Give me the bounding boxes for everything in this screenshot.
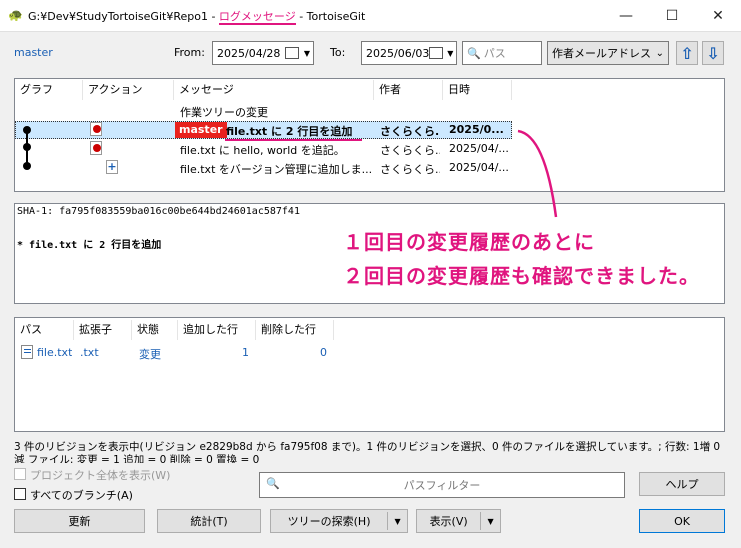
- move-down-button[interactable]: ⇩: [702, 41, 724, 65]
- modified-icon: [90, 122, 102, 136]
- show-whole-project-label: プロジェクト全体を表示(W): [30, 469, 171, 482]
- commit-author: さくらくら...: [380, 125, 440, 138]
- callout-pointer: [517, 129, 558, 218]
- working-tree-row[interactable]: 作業ツリーの変更: [180, 104, 268, 120]
- commit-full-message: * file.txt に 2 行目を追加: [17, 240, 162, 251]
- column-header-added[interactable]: 追加した行: [178, 320, 256, 340]
- all-branches-label: すべてのブランチ(A): [30, 489, 133, 502]
- chevron-down-icon: ▼: [447, 48, 454, 58]
- to-label: To:: [330, 46, 346, 59]
- statistics-button[interactable]: 統計(T): [157, 509, 261, 533]
- chevron-down-icon[interactable]: ▼: [481, 517, 500, 526]
- from-label: From:: [174, 46, 205, 59]
- chevron-down-icon: ⌄: [655, 47, 664, 59]
- commit-author: さくらくら...: [380, 163, 440, 176]
- column-header-author[interactable]: 作者: [374, 80, 443, 100]
- branch-link[interactable]: master: [14, 46, 53, 59]
- minimize-button[interactable]: —: [603, 0, 649, 32]
- search-icon: 🔍: [467, 46, 481, 60]
- search-field[interactable]: 🔍 パス: [462, 41, 542, 65]
- column-header-deleted[interactable]: 削除した行: [256, 320, 334, 340]
- file-lines-added: 1: [242, 346, 249, 359]
- callout-line-1: １回目の変更履歴のあとに: [343, 230, 595, 254]
- chevron-down-icon: ▼: [303, 48, 311, 58]
- column-header-action[interactable]: アクション: [83, 80, 174, 100]
- commit-message: file.txt に 2 行目を追加: [226, 125, 353, 138]
- title-bar: 🐢 G:¥Dev¥StudyTortoiseGit¥Repo1 - ログメッセー…: [0, 0, 741, 32]
- file-icon: [21, 345, 33, 359]
- commit-author: さくらくら...: [380, 144, 440, 157]
- added-icon: +: [106, 160, 118, 174]
- search-icon: 🔍: [266, 477, 280, 490]
- refresh-button[interactable]: 更新: [14, 509, 145, 533]
- status-text: 3 件のリビジョンを表示中(リビジョン e2829b8d から fa795f08…: [14, 441, 721, 463]
- file-status: 変更: [139, 348, 161, 361]
- view-button[interactable]: 表示(V) ▼: [416, 509, 501, 533]
- all-branches-checkbox[interactable]: [14, 488, 26, 500]
- column-header-status[interactable]: 状態: [132, 320, 178, 340]
- file-lines-deleted: 0: [320, 346, 327, 359]
- column-header-extension[interactable]: 拡張子: [74, 320, 132, 340]
- commit-message: file.txt をバージョン管理に追加しま...: [180, 163, 372, 176]
- calendar-icon: [429, 47, 443, 59]
- commit-node: [23, 143, 31, 151]
- message-underline: [225, 139, 362, 141]
- filter-select[interactable]: 作者メールアドレス ⌄: [547, 41, 669, 65]
- window-title: G:¥Dev¥StudyTortoiseGit¥Repo1 - ログメッセージ …: [28, 10, 366, 25]
- show-whole-project-checkbox[interactable]: [14, 468, 26, 480]
- chevron-down-icon[interactable]: ▼: [388, 517, 407, 526]
- column-header-message[interactable]: メッセージ: [174, 80, 374, 100]
- file-extension: .txt: [80, 346, 99, 359]
- commit-message: file.txt に hello, world を追記。: [180, 144, 345, 157]
- help-button[interactable]: ヘルプ: [639, 472, 725, 496]
- column-header-date[interactable]: 日時: [443, 80, 512, 100]
- commit-node: [23, 162, 31, 170]
- app-icon: 🐢: [8, 8, 23, 22]
- column-header-graph[interactable]: グラフ: [15, 80, 83, 100]
- modified-icon: [90, 141, 102, 155]
- to-date-picker[interactable]: 2025/06/03 ▼: [361, 41, 457, 65]
- move-up-button[interactable]: ⇧: [676, 41, 698, 65]
- calendar-icon: [285, 47, 299, 59]
- commit-node: [23, 126, 31, 134]
- branch-tag: master: [175, 122, 227, 138]
- walk-tree-button[interactable]: ツリーの探索(H) ▼: [270, 509, 408, 533]
- callout-line-2: ２回目の変更履歴も確認できました。: [343, 264, 700, 288]
- close-button[interactable]: ✕: [695, 0, 741, 32]
- path-filter-input[interactable]: 🔍 パスフィルター: [259, 472, 625, 498]
- column-header-path[interactable]: パス: [15, 320, 74, 340]
- file-path[interactable]: file.txt: [37, 346, 72, 359]
- from-date-picker[interactable]: 2025/04/28 ▼: [212, 41, 314, 65]
- ok-button[interactable]: OK: [639, 509, 725, 533]
- maximize-button[interactable]: ☐: [649, 0, 695, 32]
- commit-sha: SHA-1: fa795f083559ba016c00be644bd24601a…: [17, 206, 300, 217]
